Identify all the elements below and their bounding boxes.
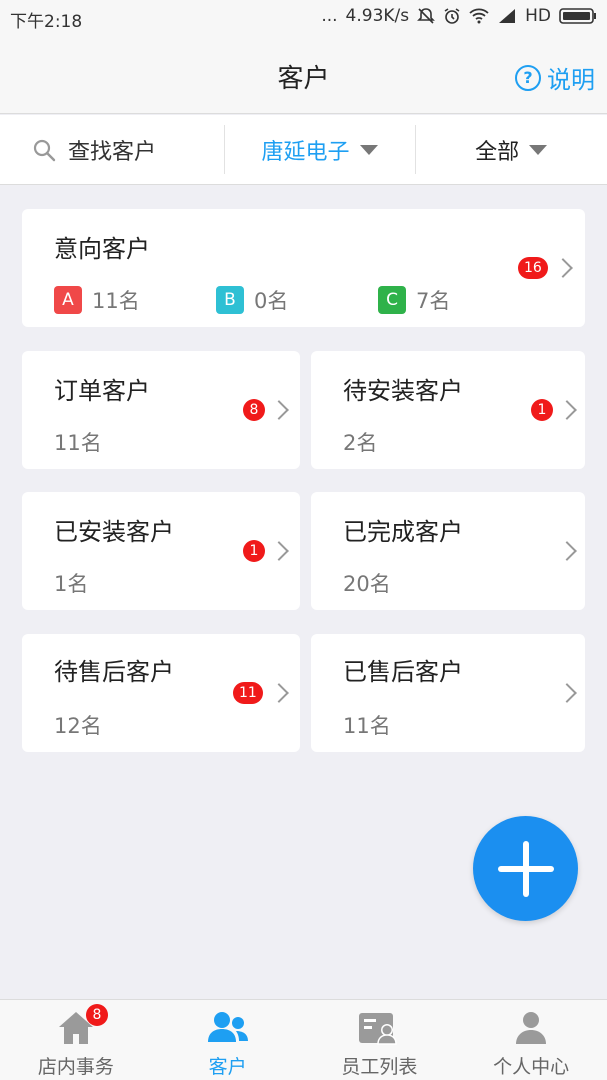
help-button[interactable]: ? 说明 <box>515 60 595 95</box>
search-icon <box>32 138 56 162</box>
card-count: 20名 <box>343 572 391 596</box>
battery-icon <box>559 8 597 24</box>
scope-label: 全部 <box>475 139 520 165</box>
tab-employee-list[interactable]: 员工列表 <box>304 1000 456 1080</box>
card-title: 意向客户 <box>54 235 150 263</box>
count-badge: 11 <box>233 682 263 704</box>
installed-customer-card[interactable]: 已安装客户 1名 1 <box>22 492 300 610</box>
nav-bar: 客户 ? 说明 <box>0 36 607 114</box>
pending-aftersale-customer-card[interactable]: 待售后客户 12名 11 <box>22 634 300 752</box>
card-title: 订单客户 <box>54 377 150 405</box>
add-customer-button[interactable] <box>473 816 578 921</box>
card-count: 2名 <box>343 431 378 455</box>
bottom-tab-bar: 8 店内事务 客户 员工列表 个人中心 <box>0 999 607 1080</box>
grade-b: B 0名 <box>216 285 288 315</box>
card-count: 11名 <box>343 714 391 738</box>
grade-letter: B <box>216 286 244 314</box>
chevron-right-icon <box>557 541 577 561</box>
mute-icon <box>417 7 436 25</box>
company-label: 唐延电子 <box>261 139 350 165</box>
wifi-icon <box>469 8 489 24</box>
grade-c: C 7名 <box>378 285 450 315</box>
tab-label: 员工列表 <box>341 1056 418 1078</box>
network-type: HD <box>525 6 551 26</box>
grade-count: 7名 <box>416 289 451 313</box>
caret-down-icon <box>529 144 548 155</box>
count-badge: 8 <box>243 399 265 421</box>
tab-label: 客户 <box>208 1056 247 1078</box>
scope-dropdown[interactable]: 全部 <box>415 115 607 184</box>
count-badge: 1 <box>243 540 265 562</box>
grade-count: 11名 <box>92 289 140 313</box>
intent-customer-card[interactable]: 意向客户 A 11名 B 0名 C 7名 16 <box>22 209 585 327</box>
card-count: 11名 <box>54 431 102 455</box>
card-title: 已安装客户 <box>54 518 174 546</box>
user-icon <box>513 1008 549 1048</box>
grade-count: 0名 <box>254 289 289 313</box>
status-time: 下午2:18 <box>10 12 83 32</box>
caret-down-icon <box>359 144 378 155</box>
card-title: 已完成客户 <box>343 518 463 546</box>
chevron-right-icon <box>557 400 577 420</box>
help-icon: ? <box>515 64 541 91</box>
count-badge: 1 <box>531 399 553 421</box>
tab-label: 店内事务 <box>37 1056 114 1078</box>
alarm-icon <box>443 7 461 25</box>
card-title: 待售后客户 <box>54 658 174 686</box>
pending-install-customer-card[interactable]: 待安装客户 2名 1 <box>311 351 585 469</box>
tab-label: 个人中心 <box>493 1056 570 1078</box>
company-dropdown[interactable]: 唐延电子 <box>223 115 416 184</box>
card-title: 待安装客户 <box>343 377 463 405</box>
chevron-right-icon <box>269 541 289 561</box>
count-badge: 16 <box>518 257 548 279</box>
card-count: 12名 <box>54 714 102 738</box>
help-label: 说明 <box>547 66 595 94</box>
search-label: 查找客户 <box>68 139 157 165</box>
tab-store-affairs[interactable]: 8 店内事务 <box>0 1000 152 1080</box>
search-customer-button[interactable]: 查找客户 <box>0 115 224 184</box>
grade-letter: A <box>54 286 82 314</box>
chevron-right-icon <box>557 683 577 703</box>
tab-badge: 8 <box>86 1004 108 1026</box>
chevron-right-icon <box>269 400 289 420</box>
status-bar: 下午2:18 ... 4.93K/s HD <box>0 0 607 36</box>
card-count: 1名 <box>54 572 89 596</box>
aftersale-done-customer-card[interactable]: 已售后客户 11名 <box>311 634 585 752</box>
grade-letter: C <box>378 286 406 314</box>
order-customer-card[interactable]: 订单客户 11名 8 <box>22 351 300 469</box>
users-icon <box>206 1008 250 1048</box>
filter-bar: 查找客户 唐延电子 全部 <box>0 115 607 185</box>
completed-customer-card[interactable]: 已完成客户 20名 <box>311 492 585 610</box>
tab-customers[interactable]: 客户 <box>152 1000 304 1080</box>
status-dots: ... <box>321 6 338 26</box>
signal-icon <box>497 8 517 24</box>
grade-a: A 11名 <box>54 285 140 315</box>
tab-personal-center[interactable]: 个人中心 <box>455 1000 607 1080</box>
chevron-right-icon <box>269 683 289 703</box>
network-speed: 4.93K/s <box>345 6 410 26</box>
card-title: 已售后客户 <box>343 658 463 686</box>
employee-card-icon <box>357 1008 401 1048</box>
chevron-right-icon <box>553 258 573 278</box>
